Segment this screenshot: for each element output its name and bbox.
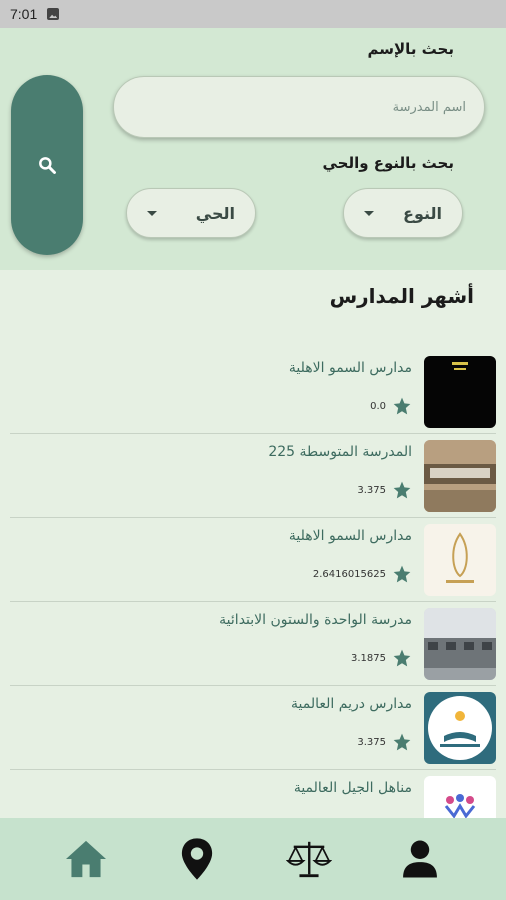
rating-value: 3.375	[357, 484, 386, 496]
search-button[interactable]	[11, 75, 83, 255]
star-icon	[393, 649, 411, 667]
bottom-nav	[0, 818, 506, 900]
image-notification-icon	[47, 8, 60, 20]
school-thumbnail	[424, 356, 496, 428]
school-name: مدارس دريم العالمية	[291, 696, 412, 712]
location-pin-icon	[182, 838, 213, 880]
list-item[interactable]: مدارس السمو الاهلية 2.6416015625	[10, 518, 496, 602]
chevron-down-icon	[147, 210, 157, 216]
search-panel: بحث بالإسم بحث بالنوع والحي النوع الحي	[0, 28, 506, 270]
chevron-down-icon	[364, 210, 374, 216]
school-name: مدرسة الواحدة والستون الابتدائية	[219, 612, 412, 628]
district-dropdown-value: الحي	[195, 203, 235, 223]
type-dropdown[interactable]: النوع	[343, 188, 463, 238]
rating: 0.0	[370, 396, 412, 416]
rating: 3.375	[357, 732, 412, 752]
rating-value: 2.6416015625	[312, 568, 386, 580]
home-icon	[65, 840, 106, 878]
school-name: مناهل الجيل العالمية	[293, 780, 412, 796]
list-item[interactable]: المدرسة المتوسطة 225 3.375	[10, 434, 496, 518]
search-by-name-label: بحث بالإسم	[367, 40, 455, 58]
school-name: مدارس السمو الاهلية	[288, 528, 412, 544]
search-by-type-label: بحث بالنوع والحي	[322, 154, 454, 172]
school-name: المدرسة المتوسطة 225	[268, 444, 412, 460]
scales-icon	[285, 841, 332, 878]
nav-home[interactable]	[63, 836, 109, 882]
section-title: أشهر المدارس	[329, 284, 474, 308]
school-thumbnail	[424, 608, 496, 680]
star-icon	[393, 733, 411, 751]
rating-value: 0.0	[370, 400, 386, 412]
school-thumbnail	[424, 692, 496, 764]
nav-map[interactable]	[174, 836, 220, 882]
rating: 2.6416015625	[313, 564, 412, 584]
school-name: مدارس السمو الاهلية	[288, 360, 412, 376]
status-bar: 7:01	[0, 0, 506, 28]
star-icon	[393, 565, 411, 583]
star-icon	[393, 481, 411, 499]
nav-profile[interactable]	[397, 836, 443, 882]
rating-value: 3.375	[357, 736, 386, 748]
rating: 3.375	[357, 480, 412, 500]
list-item[interactable]: مدارس السمو الاهلية 0.0	[10, 350, 496, 434]
district-dropdown[interactable]: الحي	[126, 188, 256, 238]
search-icon	[39, 157, 56, 174]
star-icon	[393, 397, 411, 415]
type-dropdown-value: النوع	[403, 203, 442, 223]
rating-value: 3.1875	[351, 652, 386, 664]
status-time: 7:01	[10, 6, 38, 22]
list-item[interactable]: مدارس دريم العالمية 3.375	[10, 686, 496, 770]
nav-compare[interactable]	[285, 836, 332, 882]
school-name-input[interactable]	[113, 76, 485, 138]
person-icon	[403, 840, 438, 878]
rating: 3.1875	[351, 648, 412, 668]
school-thumbnail	[424, 524, 496, 596]
school-thumbnail	[424, 440, 496, 512]
list-item[interactable]: مدرسة الواحدة والستون الابتدائية 3.1875	[10, 602, 496, 686]
